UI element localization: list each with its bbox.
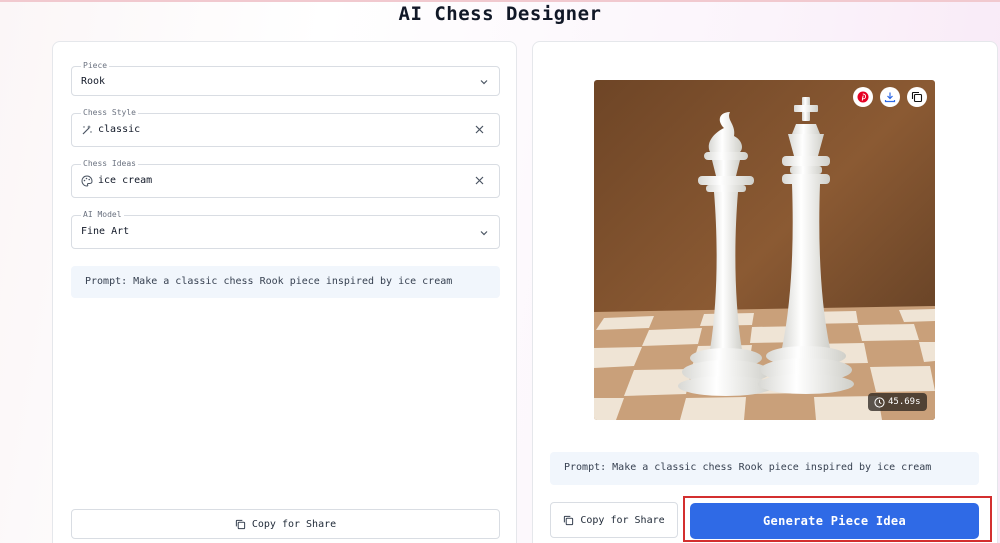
- copy-icon: [564, 515, 574, 525]
- copy-icon: [911, 91, 923, 103]
- pinterest-share-button[interactable]: [853, 87, 873, 107]
- download-button[interactable]: [880, 87, 900, 107]
- result-panel: 45.69s Prompt: Make a classic chess Rook…: [532, 41, 998, 543]
- chess-style-input[interactable]: Chess Style classic: [71, 108, 500, 147]
- chess-ideas-value: ice cream: [98, 175, 153, 186]
- result-prompt: Prompt: Make a classic chess Rook piece …: [550, 452, 979, 485]
- clear-icon[interactable]: [475, 125, 484, 134]
- chevron-down-icon: [480, 231, 488, 236]
- download-icon: [884, 92, 896, 103]
- magic-wand-icon: [82, 125, 92, 135]
- copy-for-share-label: Copy for Share: [251, 518, 337, 530]
- piece-label: Piece: [81, 61, 110, 71]
- chevron-down-icon: [480, 80, 488, 85]
- generation-time: 45.69s: [888, 397, 921, 407]
- chess-style-label: Chess Style: [81, 108, 138, 118]
- copy-icon: [235, 519, 245, 529]
- piece-value: Rook: [81, 76, 106, 87]
- copy-image-button[interactable]: [907, 87, 927, 107]
- copy-for-share-label: Copy for Share: [580, 514, 665, 526]
- prompt-preview: Prompt: Make a classic chess Rook piece …: [71, 266, 500, 298]
- chess-style-value: classic: [98, 124, 141, 135]
- copy-for-share-button[interactable]: Copy for Share: [71, 509, 500, 539]
- clear-icon[interactable]: [475, 176, 484, 185]
- generated-image: 45.69s: [594, 80, 935, 420]
- chess-ideas-input[interactable]: Chess Ideas ice cream: [71, 159, 500, 198]
- chess-pieces-image: [594, 80, 935, 420]
- ai-model-select[interactable]: AI Model Fine Art: [71, 210, 500, 249]
- generation-time-badge: 45.69s: [868, 393, 927, 411]
- piece-select[interactable]: Piece Rook: [71, 61, 500, 96]
- ai-model-value: Fine Art: [81, 226, 130, 237]
- pinterest-icon: [857, 91, 869, 103]
- form-panel: Piece Rook Chess Style classic Chess Ide…: [52, 41, 517, 543]
- palette-icon: [81, 175, 93, 187]
- clock-icon: [874, 396, 885, 408]
- ai-model-label: AI Model: [81, 210, 124, 220]
- chess-ideas-label: Chess Ideas: [81, 159, 138, 169]
- page-title: AI Chess Designer: [398, 3, 602, 25]
- generate-piece-idea-button[interactable]: Generate Piece Idea: [690, 503, 979, 539]
- copy-for-share-button[interactable]: Copy for Share: [550, 502, 678, 538]
